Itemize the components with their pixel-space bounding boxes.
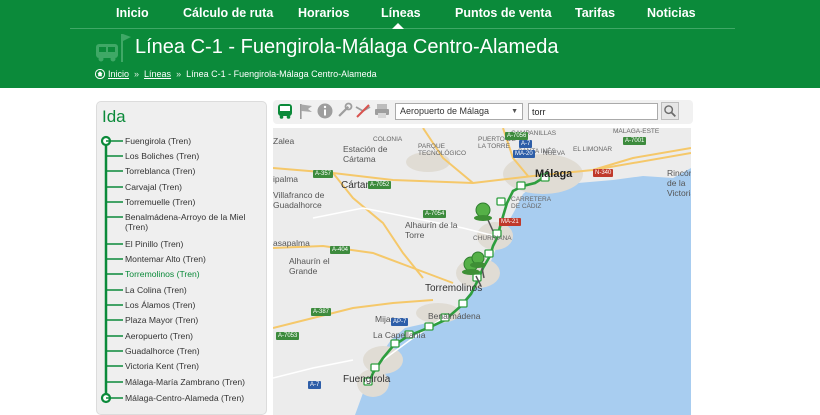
breadcrumb: Inicio » Líneas » Línea C-1 - Fuengirola… xyxy=(95,69,377,79)
road-shield: A-387 xyxy=(311,308,332,316)
breadcrumb-home-link[interactable]: Inicio xyxy=(108,69,129,79)
map-label-pizarra: Zalea xyxy=(273,136,295,146)
stop-item[interactable]: Los Boliches (Tren) xyxy=(125,151,199,161)
nav-item-lineas[interactable]: Líneas xyxy=(381,6,421,20)
map-toolbar: Aeropuerto de Málaga ▼ xyxy=(273,100,693,124)
stops-panel: Ida Fuengirola (Tren) Los Boliches (Tren… xyxy=(96,101,267,415)
map-label-alpalma: ipalma xyxy=(273,174,299,184)
map-label-rincon: Rincón de la Victoria xyxy=(667,168,691,198)
map-label-alhaurin-grande: Alhaurín el Grande xyxy=(289,256,330,276)
stop-item[interactable]: Los Álamos (Tren) xyxy=(125,300,195,310)
map-label-estacion-cartama: Estación de Cártama xyxy=(343,144,388,164)
stop-item[interactable]: La Colina (Tren) xyxy=(125,285,187,295)
map-label-fuengirola: Fuengirola xyxy=(343,374,391,385)
road-shield: AP-7 xyxy=(391,318,409,326)
stop-item[interactable]: Guadalhorce (Tren) xyxy=(125,346,200,356)
nav-item-inicio[interactable]: Inicio xyxy=(116,6,149,20)
road-shield: MA-21 xyxy=(499,218,521,226)
breadcrumb-separator: » xyxy=(134,69,140,79)
stop-item[interactable]: Plaza Mayor (Tren) xyxy=(125,315,198,325)
map-label-alhaurin-torre: Alhaurín de la Torre xyxy=(405,220,458,240)
map-label-nueva: NUEVA xyxy=(543,150,565,157)
map-label-torremolinos: Torremolinos xyxy=(425,283,483,294)
road-shield: A-7052 xyxy=(368,181,392,189)
search-input[interactable] xyxy=(528,103,658,120)
active-nav-caret-icon xyxy=(392,23,404,29)
road-shield: MA-20 xyxy=(513,150,535,158)
road-shield: A-357 xyxy=(313,170,334,178)
stop-item[interactable]: El Pinillo (Tren) xyxy=(125,239,183,249)
no-route-icon[interactable] xyxy=(354,102,372,120)
map-label-casapalma: asapalma xyxy=(273,238,310,248)
road-shield: A-7001 xyxy=(623,137,647,145)
nav-item-calculo-ruta[interactable]: Cálculo de ruta xyxy=(183,6,273,20)
stop-item-active[interactable]: Torremolinos (Tren) xyxy=(125,269,200,279)
bus-stop-logo-icon xyxy=(96,34,131,62)
nav-item-tarifas[interactable]: Tarifas xyxy=(575,6,615,20)
road-shield: N-340 xyxy=(593,169,614,177)
map-label-el-limon: EL LIMONAR xyxy=(573,146,613,153)
road-shield: A-7054 xyxy=(423,210,447,218)
road-shield: A-7 xyxy=(308,381,322,389)
stop-select[interactable]: Aeropuerto de Málaga ▼ xyxy=(395,103,523,120)
tools-icon[interactable] xyxy=(335,102,353,120)
map-label-malaga: Málaga xyxy=(535,168,573,180)
info-icon[interactable] xyxy=(316,102,334,120)
map-label-churriana: CHURRIANA xyxy=(473,235,512,242)
flag-icon[interactable] xyxy=(297,102,315,120)
map-label-colonia: COLONIA xyxy=(373,136,403,143)
bus-icon[interactable] xyxy=(276,102,294,120)
breadcrumb-current: Línea C-1 - Fuengirola-Málaga Centro-Ala… xyxy=(186,69,377,79)
stop-item[interactable]: Málaga-Centro-Alameda (Tren) xyxy=(125,393,244,403)
road-shield: A-7056 xyxy=(505,132,529,140)
breadcrumb-lineas-link[interactable]: Líneas xyxy=(144,69,171,79)
stop-item[interactable]: Montemar Alto (Tren) xyxy=(125,254,206,264)
nav-item-noticias[interactable]: Noticias xyxy=(647,6,696,20)
page: Inicio Cálculo de ruta Horarios Líneas P… xyxy=(0,0,820,415)
road-shield: A-7053 xyxy=(276,332,300,340)
map-label-malaga-este: MÁLAGA-ESTE xyxy=(613,128,660,135)
search-button[interactable] xyxy=(661,102,679,120)
breadcrumb-separator: » xyxy=(176,69,182,79)
stop-item[interactable]: Victoria Kent (Tren) xyxy=(125,361,199,371)
nav-item-puntos-venta[interactable]: Puntos de venta xyxy=(455,6,552,20)
road-shield: A-404 xyxy=(330,246,351,254)
select-arrow-icon: ▼ xyxy=(511,108,518,115)
stop-item[interactable]: Carvajal (Tren) xyxy=(125,182,182,192)
route-map[interactable]: Málaga Cártama Estación de Cártama Alhau… xyxy=(273,128,691,415)
map-label-benalmadena: Benalmádena xyxy=(428,311,481,321)
map-label-carretera-cadiz: CARRETERA DE CÁDIZ xyxy=(511,196,551,210)
page-title: Línea C-1 - Fuengirola-Málaga Centro-Ala… xyxy=(135,36,559,58)
stop-item[interactable]: Fuengirola (Tren) xyxy=(125,136,191,146)
stop-item[interactable]: Torreblanca (Tren) xyxy=(125,166,195,176)
nav-item-horarios[interactable]: Horarios xyxy=(298,6,349,20)
top-navigation: Inicio Cálculo de ruta Horarios Líneas P… xyxy=(0,0,820,28)
stop-item[interactable]: Aeropuerto (Tren) xyxy=(125,331,193,341)
map-label-la-capellania: La Capellanía xyxy=(373,330,426,340)
stop-item[interactable]: Málaga-María Zambrano (Tren) xyxy=(125,377,245,387)
road-shield: A-7 xyxy=(519,140,533,148)
home-icon[interactable] xyxy=(95,69,105,79)
map-label-tecnologico: PARQUE TECNOLÓGICO xyxy=(418,143,467,157)
stop-item[interactable]: Benalmádena-Arroyo de la Miel (Tren) xyxy=(125,212,265,232)
stop-item[interactable]: Torremuelle (Tren) xyxy=(125,197,195,207)
stop-select-value: Aeropuerto de Málaga xyxy=(400,106,490,116)
map-label-villafranco: Villafranco de Guadalhorce xyxy=(273,190,325,210)
site-header: Inicio Cálculo de ruta Horarios Líneas P… xyxy=(0,0,820,88)
print-icon[interactable] xyxy=(373,102,391,120)
